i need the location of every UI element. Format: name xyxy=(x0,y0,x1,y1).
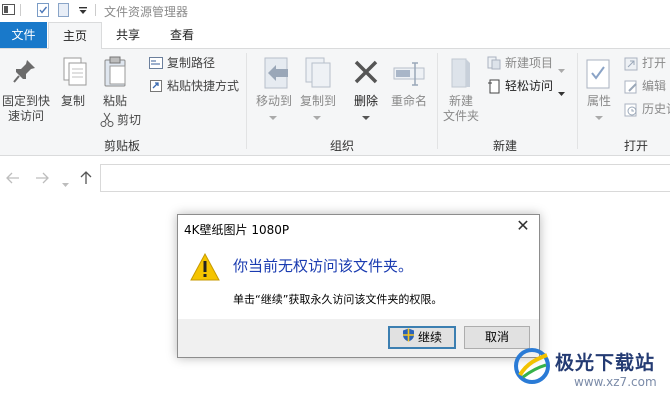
easy-access-dropdown-icon[interactable] xyxy=(558,85,565,99)
watermark-url: www.xz7.com xyxy=(574,375,657,389)
tab-view[interactable]: 查看 xyxy=(158,22,206,48)
recent-locations-icon[interactable] xyxy=(62,176,69,190)
history-icon[interactable] xyxy=(624,103,638,120)
customize-dropdown-icon[interactable] xyxy=(78,5,91,18)
new-item-button[interactable]: 新建项目 xyxy=(505,56,553,71)
group-divider xyxy=(437,53,438,149)
pin-icon[interactable] xyxy=(13,58,37,89)
group-divider xyxy=(577,53,578,149)
dialog-message: 单击“继续”获取永久访问该文件夹的权限。 xyxy=(233,293,443,306)
copy-button[interactable]: 复制 xyxy=(58,94,88,109)
delete-dropdown-icon[interactable] xyxy=(362,110,370,124)
easy-access-icon[interactable] xyxy=(487,78,501,97)
move-to-button[interactable]: 移动到 xyxy=(254,94,294,109)
dialog-heading: 你当前无权访问该文件夹。 xyxy=(233,257,414,275)
warning-icon xyxy=(190,252,220,284)
properties-dropdown-icon[interactable] xyxy=(595,110,603,124)
group-label-organize: 组织 xyxy=(329,139,354,153)
new-item-dropdown-icon[interactable] xyxy=(558,62,565,76)
paste-icon[interactable] xyxy=(103,56,129,91)
copy-to-button[interactable]: 复制到 xyxy=(298,94,338,109)
group-divider xyxy=(246,53,247,149)
easy-access-button[interactable]: 轻松访问 xyxy=(505,79,553,94)
watermark-site-name: 极光下载站 xyxy=(555,352,656,374)
open-button[interactable]: 打开 xyxy=(642,56,666,71)
close-icon[interactable]: ✕ xyxy=(515,218,531,234)
rename-icon[interactable] xyxy=(393,61,425,90)
watermark-logo xyxy=(513,347,551,385)
edit-icon[interactable] xyxy=(624,80,638,97)
new-folder-label-line-2: 文件夹 xyxy=(442,109,479,123)
cancel-button[interactable]: 取消 xyxy=(464,326,530,349)
new-item-icon[interactable] xyxy=(487,56,501,73)
paste-shortcut-icon[interactable] xyxy=(149,79,163,96)
copy-path-icon[interactable] xyxy=(149,57,163,72)
permission-dialog: 4K壁纸图片 1080P ✕ 你当前无权访问该文件夹。 单击“继续”获取永久访问… xyxy=(177,214,540,358)
pin-label-line-2: 速访问 xyxy=(7,109,44,123)
properties-button[interactable]: 属性 xyxy=(584,94,614,109)
cut-icon[interactable] xyxy=(100,112,114,131)
new-folder-quick-icon[interactable] xyxy=(58,3,71,17)
forward-icon[interactable] xyxy=(35,172,49,187)
rename-button[interactable]: 重命名 xyxy=(388,94,430,109)
window-title: 文件资源管理器 xyxy=(104,5,189,19)
tab-share[interactable]: 共享 xyxy=(104,22,152,48)
uac-shield-icon xyxy=(402,328,415,348)
tab-file[interactable]: 文件 xyxy=(0,22,47,48)
window-icon xyxy=(2,3,15,16)
delete-button[interactable]: 删除 xyxy=(350,94,382,109)
history-button[interactable]: 历史记 xyxy=(642,102,670,117)
group-label-clipboard: 剪贴板 xyxy=(103,139,140,153)
title-bar: 文件资源管理器 xyxy=(0,0,670,22)
cut-button[interactable]: 剪切 xyxy=(117,113,141,128)
continue-label: 继续 xyxy=(417,330,442,345)
move-to-icon[interactable] xyxy=(262,57,292,92)
edit-button[interactable]: 编辑 xyxy=(642,79,666,94)
navigation-bar xyxy=(0,163,670,193)
delete-icon[interactable] xyxy=(353,59,379,88)
paste-shortcut-button[interactable]: 粘贴快捷方式 xyxy=(167,79,239,94)
divider xyxy=(95,4,96,16)
copy-to-icon[interactable] xyxy=(304,57,332,92)
new-folder-button[interactable]: 新建 文件夹 xyxy=(441,94,481,124)
properties-icon[interactable] xyxy=(586,59,610,92)
divider xyxy=(20,4,21,16)
properties-quick-icon[interactable] xyxy=(37,3,50,17)
dialog-title: 4K壁纸图片 1080P xyxy=(184,223,290,237)
copy-icon[interactable] xyxy=(61,57,87,90)
pin-to-quick-access-label[interactable]: 固定到快 速访问 xyxy=(2,94,50,124)
new-folder-label-line-1: 新建 xyxy=(448,94,473,108)
move-to-dropdown-icon[interactable] xyxy=(269,110,277,124)
dialog-footer: 继续 取消 xyxy=(178,319,539,357)
paste-button[interactable]: 粘贴 xyxy=(100,94,130,109)
ribbon-tabs: 文件 主页 共享 查看 xyxy=(0,22,670,49)
up-icon[interactable] xyxy=(80,171,92,188)
address-input[interactable] xyxy=(100,164,670,192)
new-folder-icon[interactable] xyxy=(450,57,472,92)
copy-to-dropdown-icon[interactable] xyxy=(313,110,321,124)
tab-home[interactable]: 主页 xyxy=(48,22,102,49)
group-label-new: 新建 xyxy=(492,139,517,153)
open-icon[interactable] xyxy=(624,57,638,74)
copy-path-button[interactable]: 复制路径 xyxy=(167,56,215,71)
ribbon: 固定到快 速访问 复制 粘贴 复制路径 粘贴快捷方式 剪切 剪贴板 移动到 复制… xyxy=(0,49,670,156)
pin-label-line-1: 固定到快 xyxy=(2,94,51,108)
back-icon[interactable] xyxy=(6,172,20,187)
group-label-open: 打开 xyxy=(623,139,648,153)
continue-button[interactable]: 继续 xyxy=(388,326,456,349)
